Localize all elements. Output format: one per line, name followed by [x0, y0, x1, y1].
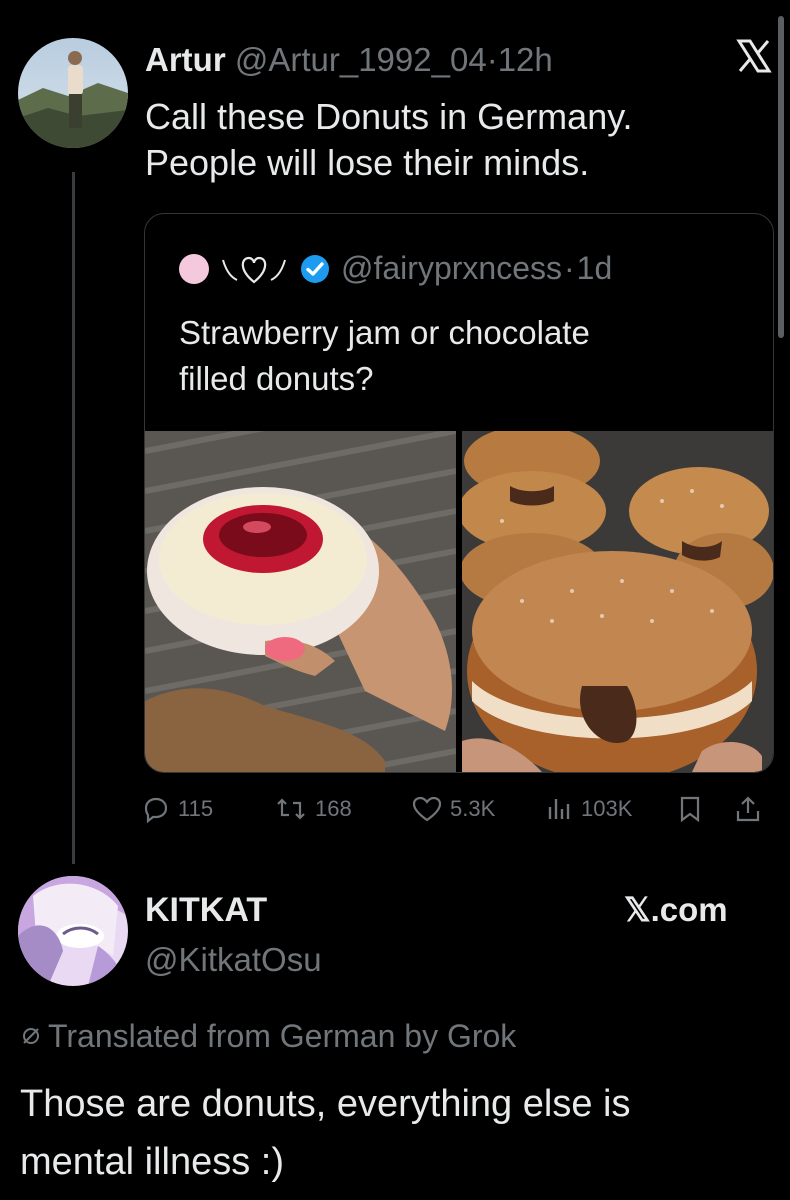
kitkat-avatar[interactable]: [18, 876, 128, 986]
translated-note-text: Translated from German by Grok: [48, 1018, 517, 1054]
tweet-text-line1: Call these Donuts in Germany.: [145, 96, 633, 137]
quoted-tweet-card[interactable]: @fairyprxncess · 1d Strawberry jam or choc…: [144, 213, 774, 773]
quoted-text-line2: filled donuts?: [179, 360, 374, 397]
reply-author-name[interactable]: KITΚAT: [145, 890, 267, 930]
tweet-text-line2: People will lose their minds.: [145, 142, 590, 183]
like-count: 5.3K: [450, 796, 496, 821]
repost-count: 168: [315, 796, 352, 821]
quoted-handle[interactable]: @fairyprxncess: [341, 250, 562, 287]
tweet-text: Call these Donuts in Germany. People wil…: [145, 94, 765, 186]
share-button[interactable]: [734, 795, 762, 823]
quoted-text-line1: Strawberry jam or chocolate: [179, 314, 590, 351]
quoted-avatar: [179, 253, 209, 284]
like-icon: [412, 796, 442, 822]
views-count: 103K: [581, 796, 633, 821]
x-com-watermark: 𝕏.com: [624, 891, 728, 928]
thread-line: [72, 172, 75, 864]
bookmark-button[interactable]: [677, 795, 703, 823]
tweet-time[interactable]: 12h: [498, 41, 553, 78]
media-strawberry-donut[interactable]: [145, 431, 456, 772]
tweet-actions: 115 168 5.3K 103K: [140, 795, 780, 831]
reply-text-line1: Those are donuts, everything else is: [20, 1083, 631, 1125]
quoted-text: Strawberry jam or chocolate filled donut…: [179, 310, 590, 402]
views-button[interactable]: 103K: [545, 795, 632, 823]
quoted-time[interactable]: 1d: [577, 250, 613, 287]
reply-icon: [144, 797, 168, 823]
quoted-header: @fairyprxncess · 1d: [179, 250, 612, 287]
views-icon: [548, 799, 570, 819]
like-button[interactable]: 5.3K: [412, 795, 495, 823]
x-logo-icon: [736, 38, 772, 74]
artur-avatar[interactable]: [18, 38, 128, 148]
media-chocolate-donut[interactable]: [462, 431, 773, 772]
reply-author-handle[interactable]: @KitkatOsu: [145, 940, 322, 980]
repost-icon: [277, 798, 305, 820]
tweet-header: Artur @Artur_1992_04·12h: [145, 40, 553, 80]
separator-dot: ·: [486, 41, 498, 78]
repost-button[interactable]: 168: [275, 795, 352, 823]
translate-icon: [23, 1028, 39, 1044]
author-name[interactable]: Artur: [145, 41, 226, 78]
reply-button[interactable]: 115: [142, 795, 213, 823]
reply-text: Those are donuts, everything else is men…: [20, 1075, 780, 1191]
verified-badge-icon: [301, 254, 329, 283]
share-icon: [736, 796, 760, 822]
reply-text-line2: mental illness :): [20, 1141, 284, 1183]
author-handle[interactable]: @Artur_1992_04: [235, 41, 487, 78]
reply-count: 115: [178, 796, 214, 821]
translated-note: Translated from German by Grok: [20, 1016, 516, 1056]
bookmark-icon: [680, 796, 700, 823]
scrollbar[interactable]: [778, 16, 784, 338]
heart-icon: [222, 256, 286, 283]
quoted-separator: ·: [563, 250, 575, 286]
